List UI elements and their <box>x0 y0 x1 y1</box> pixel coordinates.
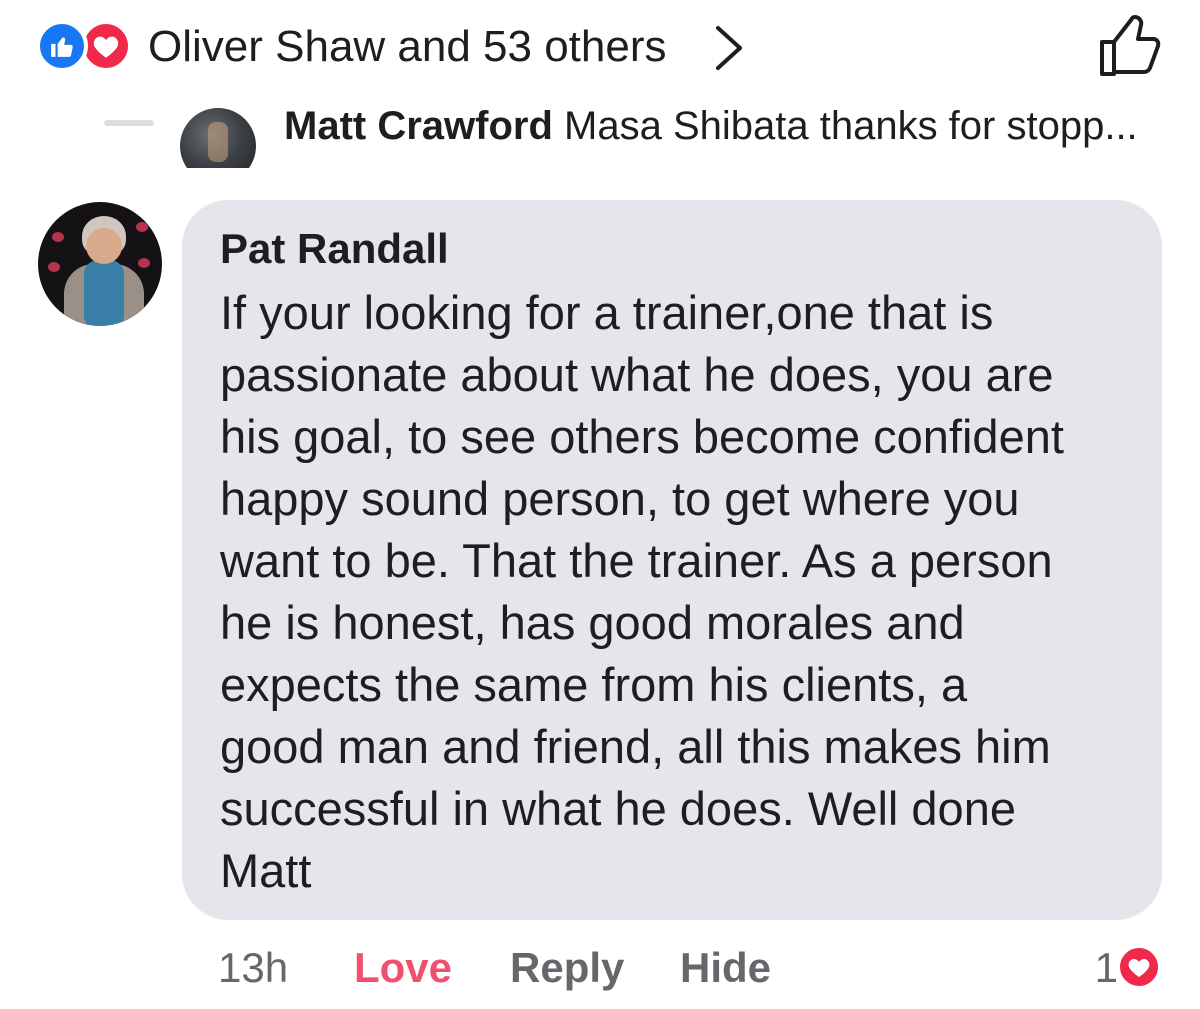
comment-line: he is honest, has good morales and <box>220 596 965 649</box>
comment-line: good man and friend, all this makes him <box>220 720 1051 773</box>
avatar-decoration <box>138 258 150 268</box>
comment-line: successful in what he does. Well done <box>220 782 1016 835</box>
like-reaction-icon <box>36 20 88 72</box>
comment-line: want to be. That the trainer. As a perso… <box>220 534 1053 587</box>
avatar-face <box>86 228 122 264</box>
previous-reply-author[interactable]: Matt Crawford <box>284 108 553 148</box>
avatar-decoration <box>48 262 60 272</box>
previous-reply-snippet: Masa Shibata thanks for stopp... <box>564 108 1138 148</box>
comment-line: expects the same from his clients, a <box>220 658 968 711</box>
thread-line <box>104 120 154 126</box>
comment-line: If your looking for a trainer,one that i… <box>220 286 994 339</box>
comment-line: passionate about what he does, you are <box>220 348 1054 401</box>
reactions-summary[interactable]: Oliver Shaw and 53 others <box>36 14 1166 76</box>
avatar-decoration <box>136 222 148 232</box>
avatar-figure <box>208 122 228 162</box>
reaction-count[interactable]: 1 <box>1095 940 1118 996</box>
reactors-label[interactable]: Oliver Shaw and 53 others <box>148 22 667 72</box>
previous-reply-text[interactable]: Matt Crawford Masa Shibata thanks for st… <box>284 108 1138 150</box>
like-button-icon[interactable] <box>1098 14 1166 78</box>
comment-line: happy sound person, to get where you <box>220 472 1020 525</box>
avatar-scarf <box>84 260 124 326</box>
avatar[interactable] <box>180 108 256 168</box>
love-button[interactable]: Love <box>354 940 452 996</box>
hide-button[interactable]: Hide <box>680 940 771 996</box>
comment-timestamp[interactable]: 13h <box>218 940 288 996</box>
comment-line: his goal, to see others become confident <box>220 410 1064 463</box>
comment-line: Matt <box>220 844 312 897</box>
comment-bubble[interactable]: Pat Randall If your looking for a traine… <box>182 200 1162 920</box>
chevron-right-icon[interactable] <box>712 24 748 72</box>
comment-actions: 13h Love Reply Hide 1 <box>218 940 1162 1000</box>
reply-button[interactable]: Reply <box>510 940 624 996</box>
previous-reply-row[interactable]: Matt Crawford Masa Shibata thanks for st… <box>0 108 1200 168</box>
love-icon[interactable] <box>1116 944 1162 990</box>
avatar-decoration <box>52 232 64 242</box>
comment-avatar[interactable] <box>38 202 162 326</box>
comment-author[interactable]: Pat Randall <box>220 220 1126 278</box>
comment-text: If your looking for a trainer,one that i… <box>220 282 1126 902</box>
